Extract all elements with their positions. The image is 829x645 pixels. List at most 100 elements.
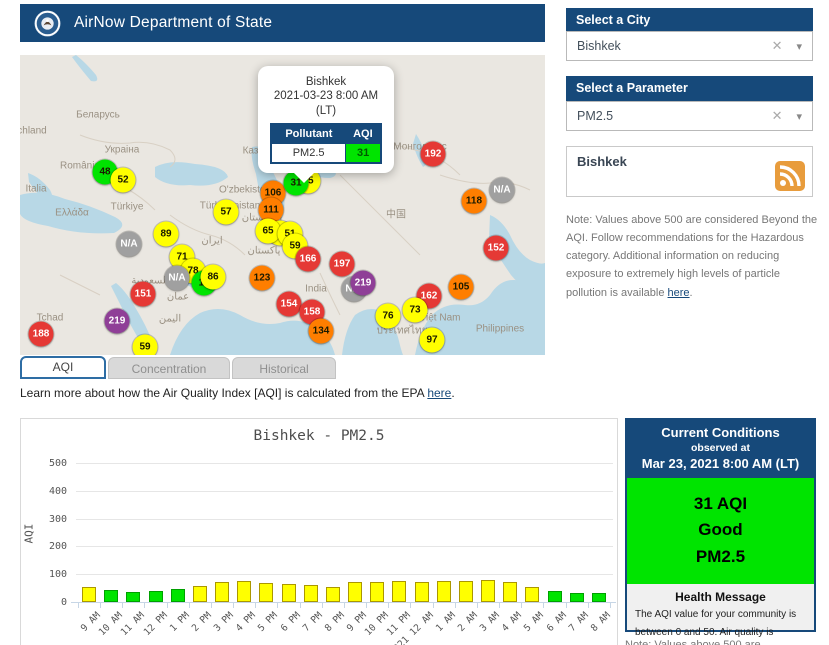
aqi-marker[interactable]: 219 <box>104 308 130 334</box>
chart-bar[interactable] <box>303 585 318 602</box>
learn-more-text: Learn more about how the Air Quality Ind… <box>20 386 455 400</box>
aqi-marker[interactable]: 123 <box>249 265 275 291</box>
chart-bar[interactable] <box>192 586 207 602</box>
aqi-marker[interactable]: 86 <box>200 264 226 290</box>
city-dropdown-arrow-icon[interactable]: ▾ <box>796 40 802 53</box>
aqi-marker[interactable]: 59 <box>132 334 158 355</box>
chart-x-tick-mark <box>432 603 434 608</box>
tab-concentration[interactable]: Concentration <box>108 357 230 379</box>
aqi-marker[interactable]: 151 <box>130 281 156 307</box>
sidebar-note-here-link[interactable]: here <box>668 287 690 299</box>
chart-bar[interactable] <box>148 591 163 602</box>
health-message-block: Health Message The AQI value for your co… <box>627 584 814 645</box>
chart-bar[interactable] <box>436 581 451 602</box>
aqi-marker[interactable]: 152 <box>483 235 509 261</box>
aqi-marker[interactable]: 118 <box>461 188 487 214</box>
chart-y-tick-label: 400 <box>48 485 67 497</box>
chart-x-tick-label: 7 PM <box>300 610 325 634</box>
chart-x-tick-mark <box>609 603 611 608</box>
popup-col-aqi: AQI <box>345 124 381 144</box>
chart-bar[interactable] <box>259 583 274 602</box>
chart-x-tick-label: 8 PM <box>322 610 347 634</box>
chart-bar[interactable] <box>569 593 584 602</box>
chart-x-tick-mark <box>366 603 368 608</box>
rss-icon[interactable] <box>775 161 805 191</box>
chart-bar[interactable] <box>547 591 562 602</box>
aqi-marker[interactable]: N/A <box>489 177 515 203</box>
chart-x-tick-label: 7 AM <box>566 610 591 634</box>
chart-bar[interactable] <box>281 584 296 602</box>
aqi-marker[interactable]: N/A <box>164 265 190 291</box>
aqi-marker[interactable]: 76 <box>375 303 401 329</box>
city-dropdown-value: Bishkek <box>577 39 621 53</box>
chart-bar[interactable] <box>370 582 385 602</box>
popup-table: Pollutant AQI PM2.5 31 <box>270 123 382 165</box>
rss-feed-box: Bishkek <box>566 146 813 197</box>
map-country-label: Ελλάδα <box>55 207 89 219</box>
chart-bar[interactable] <box>215 582 230 602</box>
aqi-marker[interactable]: 57 <box>213 199 239 225</box>
aqi-marker[interactable]: N/A <box>116 231 142 257</box>
epa-learn-more-link[interactable]: here <box>427 386 451 400</box>
aqi-marker[interactable]: 188 <box>28 321 54 347</box>
chart-title: Bishkek - PM2.5 <box>253 428 385 444</box>
map-country-label: پاکستان <box>247 245 281 257</box>
aqi-marker[interactable]: 52 <box>110 167 136 193</box>
observed-time: Mar 23, 2021 8:00 AM (LT) <box>641 456 800 471</box>
parameter-clear-icon[interactable]: ✕ <box>772 108 783 124</box>
tab-aqi[interactable]: AQI <box>20 356 106 379</box>
bottom-note: Note: Values above 500 are considered Be… <box>625 639 761 645</box>
chart-bar[interactable] <box>591 593 606 602</box>
chart-x-tick-mark <box>543 603 545 608</box>
chart-x-tick-label: 6 AM <box>544 610 569 634</box>
chart-bar[interactable] <box>392 581 407 602</box>
map[interactable]: chland Беларусь Украіна România Italia Ελλάδα… <box>20 55 545 355</box>
current-conditions-title: Current Conditions <box>661 425 780 440</box>
chart-bar[interactable] <box>170 589 185 602</box>
chart-x-tick-mark <box>188 603 190 608</box>
aqi-marker[interactable]: 166 <box>295 246 321 272</box>
aqi-marker[interactable]: 192 <box>420 141 446 167</box>
chart-bar[interactable] <box>414 582 429 602</box>
chart-x-tick-label: 8 AM <box>588 610 613 634</box>
parameter-dropdown[interactable]: PM2.5 ✕ ▾ <box>566 101 813 131</box>
chart-bar[interactable] <box>525 587 540 602</box>
chart-bar[interactable] <box>458 581 473 602</box>
aqi-marker[interactable]: 73 <box>402 297 428 323</box>
map-country-label: India <box>305 283 327 295</box>
popup-timezone: (LT) <box>315 104 337 117</box>
chart-bar[interactable] <box>237 581 252 602</box>
chart-y-tick-label: 100 <box>48 569 67 581</box>
parameter-dropdown-arrow-icon[interactable]: ▾ <box>796 110 802 123</box>
chart-x-tick-mark <box>343 603 345 608</box>
chart-bar[interactable] <box>126 592 141 602</box>
chart-bar[interactable] <box>104 590 119 602</box>
aqi-marker[interactable]: 97 <box>419 327 445 353</box>
map-country-label: Italia <box>25 183 47 195</box>
chart-bar[interactable] <box>348 582 363 602</box>
chart-gridline <box>76 574 613 576</box>
chart-x-tick-mark <box>299 603 301 608</box>
city-dropdown[interactable]: Bishkek ✕ ▾ <box>566 31 813 61</box>
chart-gridline <box>76 546 613 548</box>
aqi-marker[interactable]: 219 <box>350 270 376 296</box>
chart-bar[interactable] <box>503 582 518 602</box>
aqi-marker[interactable]: 89 <box>153 221 179 247</box>
aqi-marker[interactable]: 197 <box>329 251 355 277</box>
chart-x-tick-label: 6 PM <box>278 610 303 634</box>
aqi-marker[interactable]: 154 <box>276 291 302 317</box>
aqi-marker[interactable]: 105 <box>448 274 474 300</box>
chart-bar[interactable] <box>481 580 496 602</box>
aqi-marker[interactable]: 134 <box>308 318 334 344</box>
chart-bar[interactable] <box>325 587 340 602</box>
tab-historical[interactable]: Historical <box>232 357 336 379</box>
chart-x-tick-mark <box>499 603 501 608</box>
chart-y-tick-label: 500 <box>48 458 67 469</box>
chart-bar[interactable] <box>82 587 96 602</box>
chart-x-tick-mark <box>565 603 567 608</box>
aqi-chart-panel: Bishkek - PM2.5 AQI 0 100 200 300 400 500 9 AM… <box>20 418 618 645</box>
popup-datetime: 2021-03-23 8:00 AM <box>273 90 379 103</box>
city-clear-icon[interactable]: ✕ <box>772 38 783 54</box>
map-country-label: اليمن <box>158 313 182 325</box>
chart-x-tick-label: 10 PM <box>362 610 391 639</box>
